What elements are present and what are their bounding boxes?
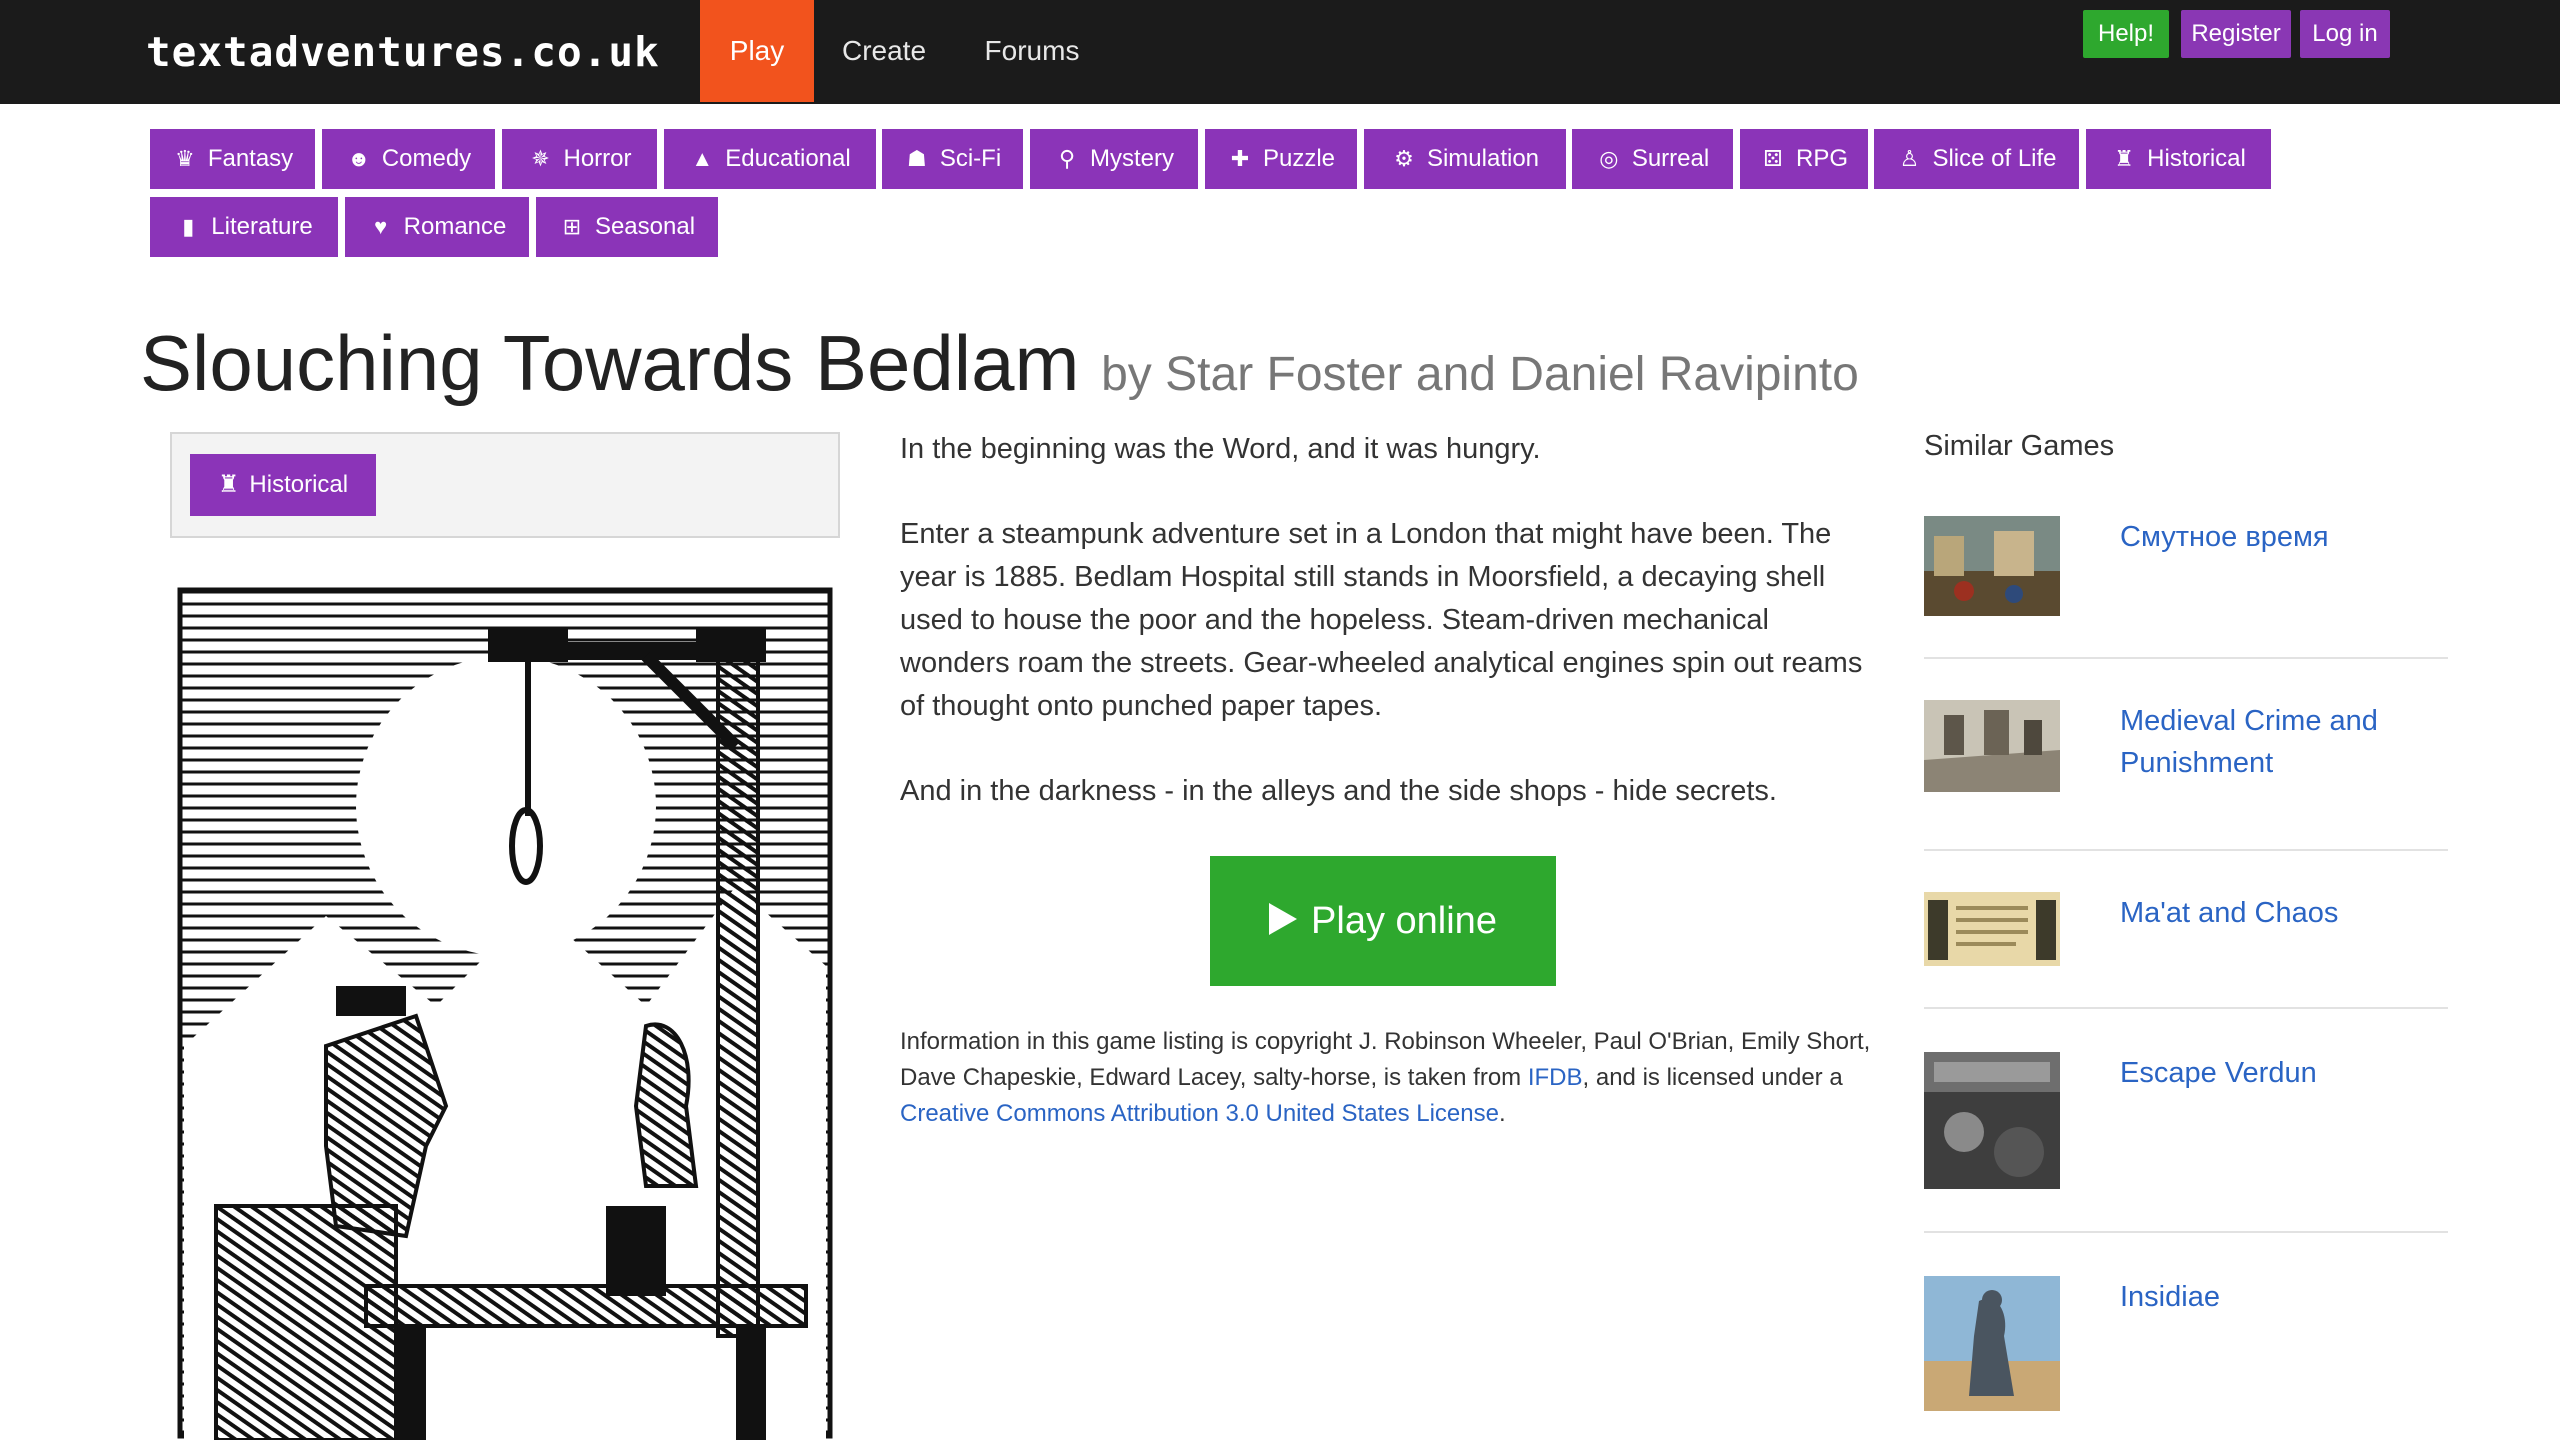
similar-game-item[interactable]: Смутное время (1924, 516, 2448, 616)
similar-game-link[interactable]: Insidiae (2120, 1276, 2440, 1318)
walking-person-icon: ♙ (1899, 146, 1920, 171)
cover-image (176, 586, 834, 1440)
category-literature[interactable]: ▮ Literature (150, 197, 338, 257)
category-surreal[interactable]: ◎ Surreal (1572, 129, 1733, 189)
spider-icon: ✵ (531, 146, 550, 171)
similar-game-item[interactable]: Insidiae (1924, 1276, 2448, 1411)
crown-icon: ♛ (174, 146, 195, 171)
category-puzzle[interactable]: ✚ Puzzle (1205, 129, 1357, 189)
category-simulation[interactable]: ⚙ Simulation (1364, 129, 1566, 189)
category-historical[interactable]: ♜ Historical (2086, 129, 2271, 189)
category-fantasy[interactable]: ♛ Fantasy (150, 129, 315, 189)
top-navbar: textadventures.co.uk Play Create Forums … (0, 0, 2560, 104)
book-icon: ▮ (182, 214, 195, 239)
game-description: In the beginning was the Word, and it wa… (900, 428, 1870, 855)
login-button[interactable]: Log in (2300, 10, 2390, 58)
divider (1924, 849, 2448, 851)
similar-game-link[interactable]: Medieval Crime and Punishment (2120, 700, 2440, 784)
register-button[interactable]: Register (2181, 10, 2291, 58)
heart-icon: ♥ (374, 214, 388, 239)
category-educational[interactable]: ▲ Educational (664, 129, 876, 189)
category-comedy[interactable]: ☻ Comedy (322, 129, 495, 189)
similar-game-item[interactable]: Escape Verdun (1924, 1052, 2448, 1189)
category-seasonal[interactable]: ⊞ Seasonal (536, 197, 718, 257)
similar-game-link[interactable]: Ma'at and Chaos (2120, 892, 2440, 934)
ifdb-link[interactable]: IFDB (1528, 1064, 1583, 1091)
smiley-icon: ☻ (347, 146, 371, 171)
category-romance[interactable]: ♥ Romance (345, 197, 529, 257)
game-thumbnail[interactable] (1924, 516, 2060, 616)
game-thumbnail[interactable] (1924, 1052, 2060, 1189)
site-logo[interactable]: textadventures.co.uk (146, 26, 660, 78)
description-paragraph: Enter a steampunk adventure set in a Lon… (900, 518, 1863, 722)
similar-game-link[interactable]: Смутное время (2120, 516, 2440, 558)
category-sci-fi[interactable]: ☗ Sci-Fi (882, 129, 1023, 189)
play-online-button[interactable]: Play online (1210, 856, 1556, 986)
description-paragraph: In the beginning was the Word, and it wa… (900, 433, 1541, 465)
category-mystery[interactable]: ⚲ Mystery (1030, 129, 1198, 189)
page-title: Slouching Towards Bedlam by Star Foster … (140, 318, 1859, 409)
game-thumbnail[interactable] (1924, 1276, 2060, 1411)
game-title: Slouching Towards Bedlam (140, 319, 1080, 407)
chess-rook-icon: ♜ (2114, 146, 2135, 171)
help-button[interactable]: Help! (2083, 10, 2169, 58)
divider (1924, 1231, 2448, 1233)
similar-game-item[interactable]: Medieval Crime and Punishment (1924, 700, 2448, 792)
divider (1924, 657, 2448, 659)
spiral-icon: ◎ (1599, 146, 1619, 171)
magnifier-icon: ⚲ (1058, 146, 1076, 171)
nav-forums[interactable]: Forums (960, 0, 1104, 102)
chess-rook-icon: ♜ (217, 471, 240, 498)
category-rpg[interactable]: ⚄ RPG (1740, 129, 1868, 189)
description-paragraph: And in the darkness - in the alleys and … (900, 775, 1777, 807)
license-notice: Information in this game listing is copy… (900, 1028, 1871, 1127)
nav-play[interactable]: Play (700, 0, 814, 102)
alien-icon: ☗ (906, 146, 927, 171)
tag-box: ♜ Historical (170, 432, 840, 538)
divider (1924, 1007, 2448, 1009)
game-thumbnail[interactable] (1924, 700, 2060, 792)
dice-icon: ⚄ (1763, 146, 1783, 171)
graduation-cap-icon: ▲ (691, 146, 714, 171)
nav-create[interactable]: Create (826, 0, 942, 102)
game-thumbnail[interactable] (1924, 892, 2060, 966)
play-icon (1269, 903, 1298, 935)
category-slice-of-life[interactable]: ♙ Slice of Life (1874, 129, 2079, 189)
tag-historical[interactable]: ♜ Historical (190, 454, 376, 516)
similar-game-link[interactable]: Escape Verdun (2120, 1052, 2440, 1094)
gift-icon: ⊞ (562, 214, 582, 239)
similar-games-heading: Similar Games (1924, 430, 2115, 462)
gears-icon: ⚙ (1394, 146, 1414, 171)
license-link[interactable]: Creative Commons Attribution 3.0 United … (900, 1100, 1499, 1127)
game-byline: by Star Foster and Daniel Ravipinto (1101, 348, 1859, 401)
similar-game-item[interactable]: Ma'at and Chaos (1924, 892, 2448, 966)
category-horror[interactable]: ✵ Horror (502, 129, 657, 189)
puzzle-icon: ✚ (1230, 146, 1250, 171)
